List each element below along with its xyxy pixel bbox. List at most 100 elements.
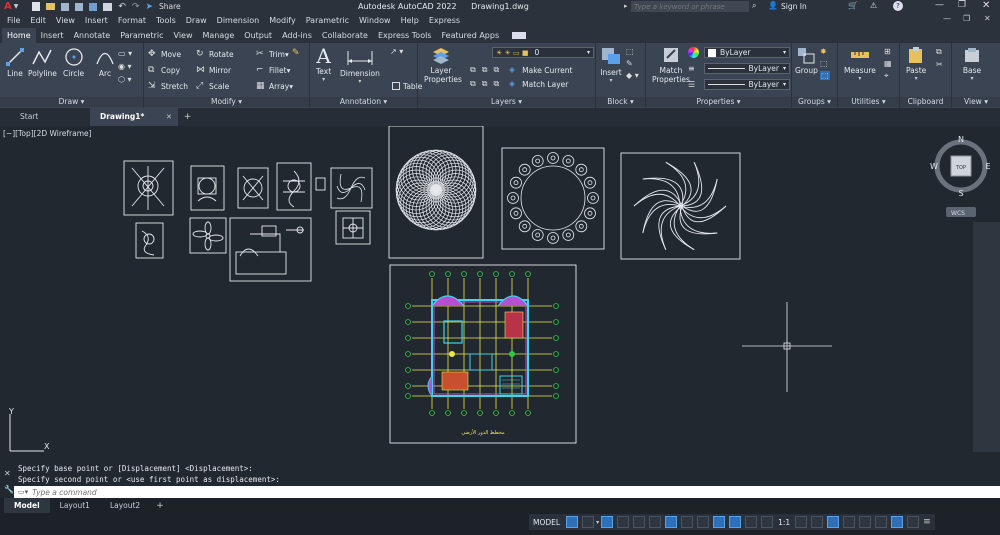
measure-button[interactable]: Measure ▾ — [844, 46, 876, 82]
rectangle-icon[interactable]: ▭ ▾ — [118, 49, 132, 58]
tab-parametric[interactable]: Parametric — [115, 28, 168, 43]
group-select-icon[interactable]: ⬚ — [820, 71, 830, 80]
mirror-button[interactable]: ⋈ Mirror — [196, 63, 256, 77]
layer-lock-icon[interactable]: ⧉ — [470, 79, 476, 89]
undo-icon[interactable]: ↶ — [118, 2, 126, 12]
annotation-visibility-icon[interactable] — [729, 516, 742, 528]
array-button[interactable]: ▦ Array ▾ — [256, 79, 293, 93]
tab-featured-apps[interactable]: Featured Apps — [436, 28, 504, 43]
annotation-panel-label[interactable]: Annotation ▾ — [310, 97, 417, 107]
block-ornament-2[interactable] — [190, 165, 225, 211]
plot-icon[interactable] — [103, 2, 113, 11]
color-dropdown[interactable]: ByLayer ▾ — [704, 47, 790, 58]
compass-east[interactable]: E — [985, 162, 990, 171]
model-space-button[interactable]: MODEL — [533, 518, 560, 527]
graphics-performance-icon[interactable] — [891, 516, 904, 528]
boundary-icon[interactable]: ⬡ ▾ — [118, 75, 132, 84]
polar-icon[interactable] — [617, 516, 630, 528]
arc-button[interactable]: Arc — [95, 47, 115, 78]
object-snap-icon[interactable] — [665, 516, 678, 528]
copy-button[interactable]: ⧉ Copy — [148, 63, 196, 77]
close-icon[interactable]: ✕ — [982, 0, 990, 11]
hatch-icon[interactable]: ◉ ▾ — [118, 62, 132, 71]
compass-west[interactable]: W — [930, 162, 938, 171]
tab-collaborate[interactable]: Collaborate — [317, 28, 373, 43]
menu-window[interactable]: Window — [354, 16, 396, 25]
color-wheel-icon[interactable] — [688, 47, 699, 58]
dimension-button[interactable]: Dimension ▾ — [340, 47, 380, 85]
block-ornament-5[interactable] — [135, 222, 164, 259]
lineweight-icon[interactable]: ≡ — [688, 64, 695, 73]
copy-clip-icon[interactable]: ⧉ — [936, 47, 943, 57]
create-block-icon[interactable]: ⬚ — [626, 47, 639, 56]
doc-close-icon[interactable]: ✕ — [984, 14, 991, 23]
layers-panel-label[interactable]: Layers ▾ — [418, 97, 595, 107]
doc-minimize-icon[interactable]: — — [943, 14, 951, 23]
paste-button[interactable]: Paste ▾ — [906, 46, 926, 82]
autocad-logo-icon[interactable]: A — [4, 1, 12, 12]
menu-help[interactable]: Help — [396, 16, 424, 25]
edit-block-icon[interactable]: ✎ — [626, 59, 639, 68]
customization-icon[interactable]: ≡ — [923, 517, 931, 527]
start-tab[interactable]: Start — [0, 108, 90, 126]
snap-icon[interactable] — [582, 516, 595, 528]
layer-unisolate-icon[interactable]: ⧉ — [482, 79, 488, 89]
quick-properties-icon[interactable] — [843, 516, 856, 528]
tab-add-ins[interactable]: Add-ins — [277, 28, 317, 43]
clean-screen-icon[interactable] — [907, 516, 920, 528]
user-icon[interactable]: 👤 — [768, 1, 778, 10]
auto-scale-icon[interactable] — [745, 516, 758, 528]
text-button[interactable]: A Text ▾ — [316, 45, 331, 83]
open-file-icon[interactable] — [46, 3, 56, 10]
menu-draw[interactable]: Draw — [181, 16, 212, 25]
share-button[interactable]: Share — [159, 2, 181, 11]
layout-tab-model[interactable]: Model — [4, 498, 50, 513]
tab-output[interactable]: Output — [239, 28, 277, 43]
save-as-icon[interactable] — [75, 2, 84, 11]
group-edit-icon[interactable]: ⬚ — [820, 59, 830, 68]
line-button[interactable]: Line — [5, 47, 25, 78]
command-close-icon[interactable]: ✕ — [4, 469, 11, 478]
help-icon[interactable]: ? — [893, 1, 903, 11]
insert-block-button[interactable]: Insert ▾ — [600, 46, 622, 84]
share-icon[interactable]: ➤ — [145, 2, 153, 12]
circle-button[interactable]: Circle — [63, 47, 84, 78]
tab-view[interactable]: View — [169, 28, 198, 43]
move-button[interactable]: ✥ Move — [148, 47, 196, 61]
new-file-icon[interactable] — [32, 2, 41, 11]
snap-menu-chevron-icon[interactable]: ▾ — [596, 519, 599, 526]
properties-panel-label[interactable]: Properties ▾ — [646, 97, 791, 107]
transparency-icon[interactable] — [697, 516, 710, 528]
ribbon-toggle-icon[interactable] — [512, 32, 527, 39]
menu-edit[interactable]: Edit — [25, 16, 51, 25]
layer-off-icon[interactable]: ⧉ — [470, 65, 476, 75]
add-layout-icon[interactable]: + — [150, 501, 170, 511]
compass-north[interactable]: N — [958, 135, 964, 144]
search-chevron-icon[interactable]: ▸ — [624, 2, 628, 10]
tab-home[interactable]: Home — [2, 28, 36, 43]
match-properties-button[interactable]: Match Properties — [652, 46, 690, 84]
navigation-bar[interactable] — [973, 222, 1000, 452]
units-icon[interactable] — [827, 516, 840, 528]
tab-annotate[interactable]: Annotate — [69, 28, 116, 43]
doc-restore-icon[interactable]: ❐ — [963, 14, 970, 23]
object-snap-tracking-icon[interactable] — [649, 516, 662, 528]
make-current-button[interactable]: ◈ Make Current — [509, 63, 572, 77]
isodraft-icon[interactable] — [633, 516, 646, 528]
command-prompt-icon[interactable]: ▭▾ — [18, 488, 28, 496]
selection-cycling-icon[interactable] — [713, 516, 726, 528]
layer-thaw-icon[interactable]: ⧉ — [493, 79, 499, 89]
tab-insert[interactable]: Insert — [36, 28, 69, 43]
layout-tab-layout1[interactable]: Layout1 — [50, 501, 100, 510]
maximize-icon[interactable]: ❐ — [958, 0, 966, 10]
scale-readout[interactable]: 1:1 — [778, 518, 790, 527]
calculator-icon[interactable]: ▦ — [884, 59, 892, 68]
tab-express-tools[interactable]: Express Tools — [373, 28, 437, 43]
tab-close-icon[interactable]: ✕ — [166, 113, 172, 121]
clipboard-panel-label[interactable]: Clipboard — [900, 97, 951, 107]
block-small-rect[interactable] — [315, 177, 326, 191]
menu-file[interactable]: File — [2, 16, 25, 25]
block-attribute-icon[interactable]: ◆ ▾ — [626, 71, 639, 80]
block-panel-label[interactable]: Block ▾ — [596, 97, 645, 107]
minimize-icon[interactable]: — — [935, 0, 944, 10]
